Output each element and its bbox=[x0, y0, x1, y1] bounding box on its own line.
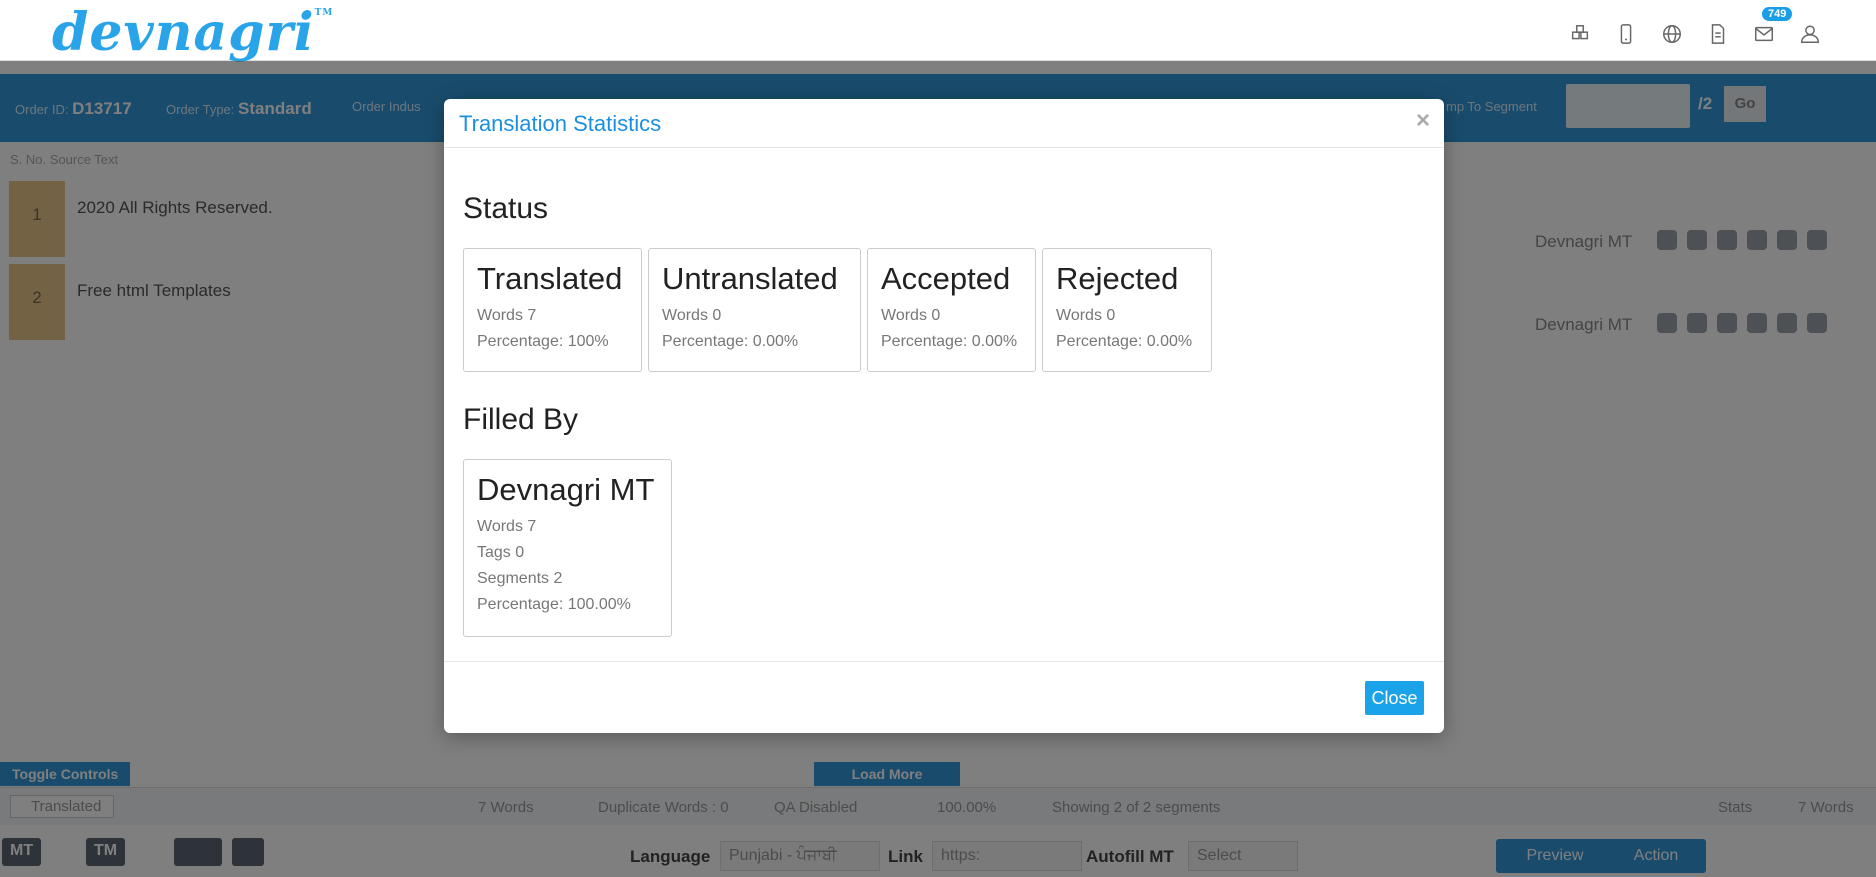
card-words: Words 7 bbox=[477, 518, 537, 535]
user-icon[interactable] bbox=[1798, 22, 1822, 46]
logo-tm: TM bbox=[314, 8, 334, 18]
status-card-untranslated: Untranslated Words 0 Percentage: 0.00% bbox=[648, 248, 861, 372]
card-percentage: Percentage: 0.00% bbox=[1056, 333, 1193, 350]
status-card-translated: Translated Words 7 Percentage: 100% bbox=[463, 248, 642, 372]
status-heading: Status bbox=[463, 192, 549, 225]
modal-title: Translation Statistics bbox=[459, 111, 662, 136]
card-percentage: Percentage: 0.00% bbox=[881, 333, 1018, 350]
filled-by-card: Devnagri MT Words 7 Tags 0 Segments 2 Pe… bbox=[463, 459, 672, 637]
card-title: Accepted bbox=[881, 261, 1011, 296]
filled-by-heading: Filled By bbox=[463, 403, 579, 436]
card-percentage: Percentage: 100% bbox=[477, 333, 609, 350]
card-words: Words 7 bbox=[477, 307, 537, 324]
devnagri-logo[interactable]: devnagriTM bbox=[52, 2, 333, 63]
top-header: devnagriTM 749 bbox=[0, 0, 1876, 63]
modal-header: Translation Statistics × bbox=[444, 99, 1444, 148]
cubes-icon[interactable] bbox=[1568, 22, 1592, 46]
mail-badge: 749 bbox=[1760, 5, 1795, 23]
card-words: Words 0 bbox=[662, 307, 722, 324]
close-icon[interactable]: × bbox=[1416, 109, 1430, 133]
card-title: Translated bbox=[477, 261, 623, 296]
card-title: Rejected bbox=[1056, 261, 1179, 296]
status-card-rejected: Rejected Words 0 Percentage: 0.00% bbox=[1042, 248, 1212, 372]
mail-icon[interactable]: 749 bbox=[1752, 5, 1795, 46]
close-button[interactable]: Close bbox=[1365, 681, 1424, 715]
card-percentage: Percentage: 0.00% bbox=[662, 333, 799, 350]
top-icons: 749 bbox=[1568, 5, 1822, 46]
document-icon[interactable] bbox=[1706, 22, 1730, 46]
card-words: Words 0 bbox=[881, 307, 941, 324]
logo-text: devnagri bbox=[52, 2, 315, 63]
card-tags: Tags 0 bbox=[477, 544, 525, 561]
card-title: Devnagri MT bbox=[477, 472, 655, 507]
card-percentage: Percentage: 100.00% bbox=[477, 596, 631, 613]
globe-icon[interactable] bbox=[1660, 22, 1684, 46]
translation-statistics-modal: Translation Statistics × Status Translat… bbox=[444, 99, 1444, 733]
mobile-icon[interactable] bbox=[1614, 22, 1638, 46]
card-segments: Segments 2 bbox=[477, 570, 563, 587]
status-card-accepted: Accepted Words 0 Percentage: 0.00% bbox=[867, 248, 1036, 372]
card-words: Words 0 bbox=[1056, 307, 1116, 324]
modal-footer: Close bbox=[444, 661, 1444, 733]
card-title: Untranslated bbox=[662, 261, 838, 296]
